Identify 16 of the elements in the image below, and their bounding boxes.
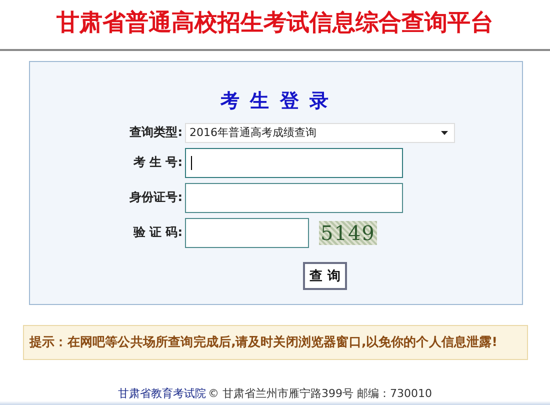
field-label: 身份证号:: [128, 189, 184, 206]
login-title: 考 生 登 录: [220, 88, 330, 114]
input-field[interactable]: [184, 148, 402, 178]
query-button[interactable]: 查 询: [302, 262, 348, 290]
captcha-field[interactable]: [184, 218, 308, 248]
field-label: 验 证 码:: [132, 224, 184, 242]
site-title: 甘肃省普通高校招生考试信息综合查询平台: [56, 8, 494, 38]
captcha-image[interactable]: 5149: [318, 220, 378, 245]
address-text: © 甘肃省兰州市雁宁路399号 邮编：730010: [208, 386, 432, 402]
exam-authority-link[interactable]: 甘肃省教育考试院: [118, 386, 206, 402]
query-type-dropdown[interactable]: 2016年普通高考成绩查询: [184, 122, 454, 143]
caret-icon: [440, 130, 448, 135]
notice-text: 提示：在网吧等公共场所查询完成后,请及时关闭浏览器窗口,以免你的个人信息泄露!: [22, 325, 528, 360]
field-label: 查询类型:: [128, 124, 184, 142]
field-label: 考 生 号:: [132, 154, 184, 172]
input-field[interactable]: [184, 182, 402, 213]
